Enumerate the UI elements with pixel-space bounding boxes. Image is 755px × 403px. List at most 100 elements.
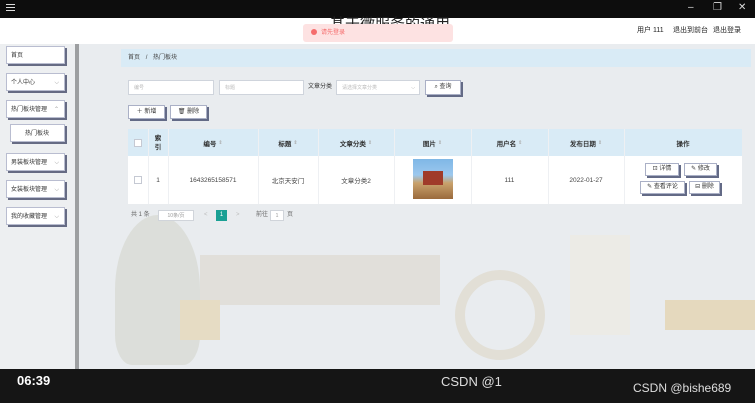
breadcrumb-current: 热门板块: [153, 55, 178, 61]
sidebar-scrollbar[interactable]: [75, 44, 79, 369]
watermark-right: CSDN @bishe689: [633, 381, 732, 395]
sidebar-item-personal-center[interactable]: 个人中心 ⌵: [6, 73, 65, 91]
toast-text: 请先登录: [321, 30, 346, 36]
sidebar-item-label: 热门板块管理: [11, 107, 48, 113]
add-button[interactable]: ＋ 新增: [128, 105, 165, 119]
background-plant: [115, 215, 200, 365]
select-all-checkbox[interactable]: [134, 138, 142, 147]
goto-page-input[interactable]: 1: [270, 210, 284, 221]
watermark-center: CSDN @1: [441, 374, 502, 389]
column-header-label: 操作: [676, 140, 690, 148]
view-comments-button[interactable]: ✎ 查看评论: [640, 181, 685, 194]
close-icon[interactable]: ✕: [738, 2, 746, 14]
query-button[interactable]: ⌕ 查询: [425, 80, 461, 95]
error-toast: 请先登录: [303, 24, 453, 42]
sidebar-item-label: 热门板块: [25, 131, 50, 137]
detail-button[interactable]: ⊡ 详情: [645, 163, 679, 176]
sidebar-item-women-manage[interactable]: 女装板块管理 ⌵: [6, 180, 65, 198]
category-select-placeholder: 请选择文章分类: [342, 85, 378, 91]
goto-label: 前往: [256, 212, 269, 218]
edit-button-label: 修改: [697, 166, 710, 172]
breadcrumb-home[interactable]: 首页: [128, 55, 140, 61]
next-page-button[interactable]: >: [236, 210, 240, 221]
background-decoration: [570, 235, 630, 335]
sort-icon[interactable]: ⇕: [598, 140, 602, 146]
cell-category: 文章分类2: [341, 178, 371, 185]
number-input[interactable]: 编号: [128, 80, 214, 95]
sidebar-item-hot-section[interactable]: 热门板块: [10, 124, 65, 142]
cell-index: 1: [156, 176, 160, 184]
pagination-total: 共 1 条: [131, 212, 150, 218]
detail-button-label: 详情: [659, 166, 672, 172]
restore-icon[interactable]: ❐: [713, 2, 722, 14]
page-size-select[interactable]: 10条/页: [158, 210, 194, 221]
sidebar-item-label: 我的收藏管理: [11, 214, 48, 220]
detail-icon: ⊡: [652, 166, 658, 172]
cell-date: 2022-01-27: [569, 176, 603, 184]
row-checkbox[interactable]: [134, 176, 142, 184]
comment-icon: ✎: [647, 184, 653, 190]
sort-icon[interactable]: ⇕: [218, 140, 222, 146]
sidebar-item-home[interactable]: 首页: [6, 46, 65, 64]
column-header-label: 文章分类: [339, 140, 366, 148]
sidebar-item-label: 首页: [11, 53, 24, 59]
cell-image-thumbnail[interactable]: [413, 159, 453, 199]
column-header-title[interactable]: 标题 ⇕: [258, 129, 318, 156]
column-header-label: 标题: [278, 140, 292, 148]
sort-icon[interactable]: ⇕: [438, 140, 442, 146]
delete-button[interactable]: 🗑 删除: [170, 105, 207, 119]
page-number-current[interactable]: 1: [216, 210, 227, 221]
view-comments-button-label: 查看评论: [653, 184, 678, 190]
column-header-category[interactable]: 文章分类 ⇕: [318, 129, 394, 156]
category-select[interactable]: 请选择文章分类 ⌵: [336, 80, 420, 95]
edit-icon: ✎: [691, 166, 697, 172]
sort-icon[interactable]: ⇕: [518, 140, 522, 146]
column-header-label: 发布日期: [569, 140, 596, 148]
chevron-down-icon: ⌵: [411, 85, 415, 91]
logout-link[interactable]: 退出登录: [713, 25, 741, 35]
column-header-label: 编号: [203, 140, 217, 148]
data-table: 索引 编号 ⇕ 标题 ⇕ 文章分类 ⇕ 图片 ⇕ 用户名 ⇕ 发布日期 ⇕ 操作 1 164…: [128, 129, 742, 204]
column-header-date[interactable]: 发布日期 ⇕: [548, 129, 624, 156]
plus-icon: ＋: [136, 109, 143, 115]
column-header-image[interactable]: 图片 ⇕: [394, 129, 471, 156]
row-select-cell: [128, 156, 148, 204]
background-decoration: [200, 255, 440, 305]
column-header-username[interactable]: 用户名 ⇕: [471, 129, 548, 156]
sidebar-item-men-manage[interactable]: 男装板块管理 ⌵: [6, 153, 65, 171]
background-ring: [455, 270, 545, 360]
column-header-label: 用户名: [496, 140, 517, 148]
background-decoration: [180, 300, 220, 340]
row-delete-button[interactable]: ⊟ 删除: [689, 181, 720, 194]
select-all-cell: [128, 129, 148, 156]
chevron-down-icon: ⌵: [54, 80, 59, 86]
minimize-icon[interactable]: –: [688, 2, 694, 14]
video-timestamp: 06:39: [17, 373, 51, 388]
trash-icon: 🗑: [177, 109, 186, 115]
sidebar-item-favorites-manage[interactable]: 我的收藏管理 ⌵: [6, 207, 65, 225]
sidebar-item-label: 男装板块管理: [11, 160, 48, 166]
cell-username: 111: [504, 176, 515, 184]
add-button-label: 新增: [144, 109, 157, 115]
breadcrumb: 首页 / 热门板块: [121, 49, 751, 67]
sort-icon[interactable]: ⇕: [368, 140, 372, 146]
column-header-number[interactable]: 编号 ⇕: [168, 129, 258, 156]
sort-icon[interactable]: ⇕: [293, 140, 297, 146]
sidebar-item-label: 个人中心: [11, 80, 36, 86]
page-size-value: 10条/页: [167, 213, 185, 219]
prev-page-button[interactable]: <: [204, 210, 208, 221]
gate-tower-shape: [423, 171, 443, 185]
chevron-down-icon: ⌵: [54, 187, 59, 193]
column-header-label: 索引: [154, 134, 162, 151]
chevron-down-icon: ⌵: [54, 160, 59, 166]
edit-button[interactable]: ✎ 修改: [684, 163, 717, 176]
error-icon: [311, 29, 317, 35]
query-button-label: 查询: [439, 84, 452, 90]
column-header-label: 图片: [422, 140, 436, 148]
title-input[interactable]: 标题: [219, 80, 304, 95]
goto-suffix: 页: [287, 212, 294, 218]
hamburger-icon[interactable]: [6, 4, 15, 13]
breadcrumb-separator: /: [145, 55, 148, 61]
back-to-front-link[interactable]: 退出到前台: [673, 25, 708, 35]
sidebar-item-hot-manage[interactable]: 热门板块管理 ⌃: [6, 100, 65, 118]
